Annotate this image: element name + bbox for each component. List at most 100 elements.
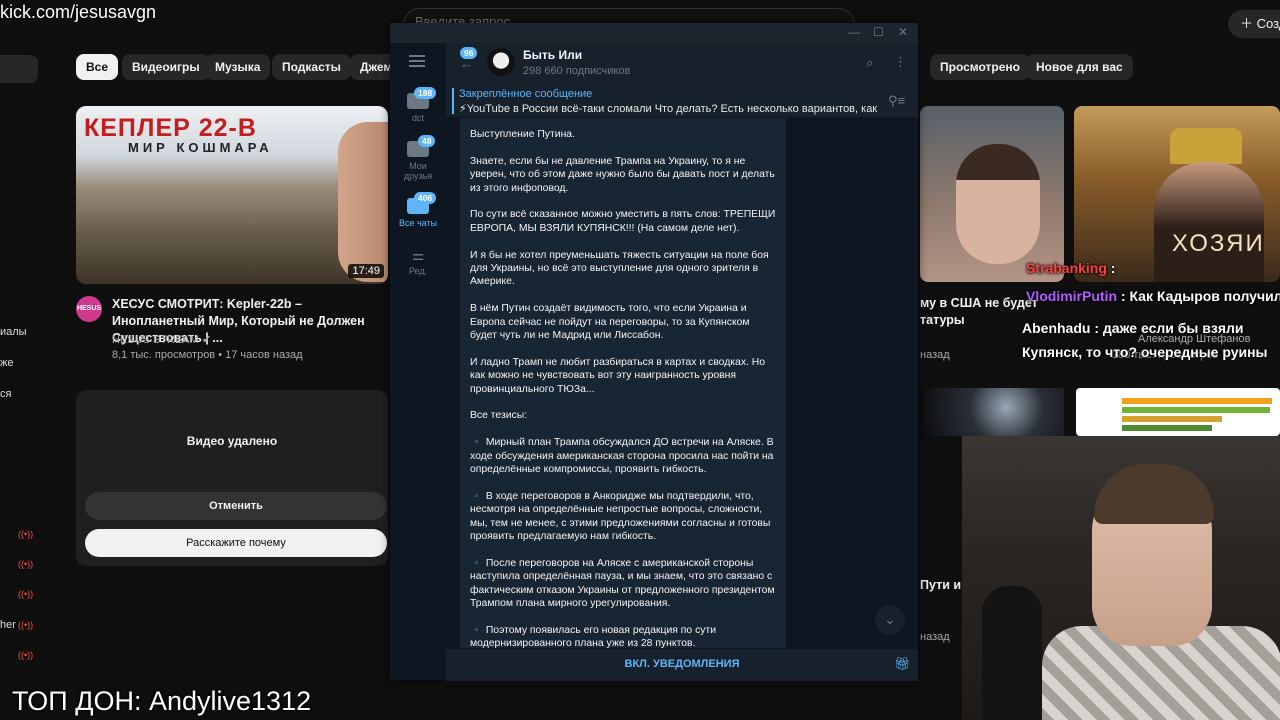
folders-sidebar: 188 dct 48 Мои друзья 406 Все чаты ⚌ Ред… <box>390 43 446 680</box>
channel-post[interactable]: Выступление Путина. Знаете, если бы не да… <box>460 118 786 648</box>
channel-name[interactable]: Быть Или <box>523 48 582 62</box>
sidebar-item-2[interactable]: же <box>0 357 13 369</box>
post-paragraph: В нём Путин создаёт видимость того, что … <box>470 303 750 342</box>
chat-username: Abenhadu <box>1022 320 1091 336</box>
post-text: Выступление Путина. Знаете, если бы не да… <box>460 118 786 648</box>
channel-avatar[interactable]: HESUS <box>76 296 102 322</box>
post-paragraph: И ладно Трамп не любит разбираться в кар… <box>470 356 766 395</box>
create-label: Созд <box>1256 16 1280 31</box>
channel-avatar[interactable] <box>487 48 515 76</box>
chip-music[interactable]: Музыка <box>205 54 271 80</box>
live-icon: ((•)) <box>18 589 34 599</box>
thumbnail-face <box>1154 162 1264 282</box>
post-paragraph: Все тезисы: <box>470 410 528 422</box>
tell-why-button[interactable]: Расскажите почему <box>85 529 387 557</box>
maximize-button[interactable]: ☐ <box>873 25 884 39</box>
telegram-window: — ☐ ✕ 188 dct 48 Мои друзья 406 Все чаты… <box>390 23 918 681</box>
chat-message-3: Abenhadu : даже если бы взяли Купянск, т… <box>1022 316 1278 364</box>
live-icon: ((•)) <box>18 650 34 660</box>
post-paragraph: По сути всё сказанное можно уместить в п… <box>470 209 776 234</box>
pinned-text: ⚡YouTube в России всё-таки сломали Что д… <box>459 103 879 115</box>
gift-icon[interactable]: 🎁︎ <box>894 656 911 672</box>
folder-edit[interactable]: ⚌ Ред. <box>390 247 446 276</box>
video-thumbnail-galaxy[interactable] <box>920 388 1064 436</box>
chat-username: Strabanking <box>1026 260 1107 276</box>
right-video-title-3[interactable]: Пути и <box>920 578 961 592</box>
chevron-down-icon: ⌄ <box>884 611 896 627</box>
unread-badge: 406 <box>414 192 437 204</box>
live-icon: ((•)) <box>18 529 34 539</box>
folder-my-friends[interactable]: 48 Мои друзья <box>390 135 446 181</box>
bottom-bar: ВКЛ. УВЕДОМЛЕНИЯ 🎁︎ <box>446 648 918 681</box>
thumbnail-face <box>338 122 388 282</box>
sidebar-item-4[interactable]: her <box>0 619 16 631</box>
right-video-title-2[interactable]: татуры <box>920 313 965 327</box>
webcam-hair <box>1094 464 1214 524</box>
window-titlebar: — ☐ ✕ <box>390 23 918 43</box>
pinned-accent-bar <box>452 88 454 114</box>
thumbnail-title: КЕПЛЕР 22-В <box>84 114 257 142</box>
video-thumbnail-chart[interactable] <box>1076 388 1280 436</box>
pin-list-icon[interactable]: ⚲≡ <box>888 93 905 109</box>
live-icon: ((•)) <box>18 559 34 569</box>
video-meta: 8,1 тыс. просмотров • 17 часов назад <box>112 349 303 361</box>
video-thumbnail-right-1[interactable] <box>920 106 1064 282</box>
video-thumbnail[interactable]: КЕПЛЕР 22-В МИР КОШМАРА 17:49 <box>76 106 388 284</box>
chip-watched[interactable]: Просмотрено <box>930 54 1031 80</box>
thumbnail-text-2: ХОЗЯИ <box>1172 230 1265 257</box>
right-video-title-1[interactable]: му в США не будет <box>920 296 1038 310</box>
webcam-feed <box>962 436 1280 720</box>
chip-all[interactable]: Все <box>76 54 119 80</box>
folder-label: dct <box>411 113 424 123</box>
minimize-button[interactable]: — <box>848 25 860 39</box>
chart-bar <box>1122 407 1270 413</box>
post-paragraph: ▪️ После переговоров на Аляске с америка… <box>470 557 775 610</box>
video-thumbnail-right-2[interactable]: ХОЗЯИ <box>1074 106 1280 282</box>
scroll-down-button[interactable]: ⌄ <box>875 605 905 635</box>
cancel-button[interactable]: Отменить <box>85 492 387 520</box>
sidebar-item-1[interactable]: иалы <box>0 326 27 338</box>
sidebar-active-item[interactable] <box>0 55 38 83</box>
subscriber-count: 298 660 подписчиков <box>523 65 631 77</box>
top-donation-overlay: ТОП ДОН: Andylive1312 <box>12 686 312 716</box>
channel-header: ← 96 ⌕ ⋮ <box>446 43 918 88</box>
youtube-create-button[interactable]: ＋ Созд <box>1228 10 1280 38</box>
chart-bar <box>1122 416 1222 422</box>
chart-bar <box>1122 398 1272 404</box>
folder-label: Ред. <box>408 266 428 276</box>
plus-icon: ＋ <box>1240 16 1257 31</box>
folder-label: Мои друзья <box>403 161 433 181</box>
right-video-meta: назад <box>920 349 950 361</box>
right-video-meta-2: назад <box>920 631 950 643</box>
verified-icon: ✔ <box>201 334 212 346</box>
channel-name[interactable]: HESUS STREAM ✔ <box>112 333 211 346</box>
sidebar-item-3[interactable]: ся <box>0 388 11 400</box>
search-icon[interactable]: ⌕ <box>866 55 873 71</box>
chip-podcasts[interactable]: Подкасты <box>272 54 351 80</box>
chip-videogames[interactable]: Видеоигры <box>122 54 210 80</box>
enable-notifications-button[interactable]: ВКЛ. УВЕДОМЛЕНИЯ <box>446 658 918 670</box>
message-area[interactable]: Выступление Путина. Знаете, если бы не да… <box>446 118 918 648</box>
post-paragraph: ▪️ Мирный план Трампа обсуждался ДО встр… <box>470 437 774 476</box>
kick-url-overlay: kick.com/jesusavgn <box>0 2 157 22</box>
chat-text: Как Кадыров получил абсолю <box>1129 288 1280 304</box>
thumbnail-subtitle: МИР КОШМАРА <box>128 140 273 155</box>
post-paragraph: ▪️ В ходе переговоров в Анкоридже мы под… <box>470 490 771 543</box>
close-button[interactable]: ✕ <box>898 25 908 39</box>
unread-badge: 188 <box>414 87 437 99</box>
back-unread-badge: 96 <box>460 47 478 59</box>
crown-icon <box>1170 128 1242 164</box>
microphone <box>982 586 1042 720</box>
folder-label: Все чаты <box>398 218 438 228</box>
thumbnail-face <box>956 144 1040 264</box>
chat-username: VlodimirPutin <box>1026 288 1117 304</box>
folder-all-chats[interactable]: 406 Все чаты <box>390 192 446 228</box>
more-vertical-icon[interactable]: ⋮ <box>894 54 907 70</box>
chip-new-for-you[interactable]: Новое для вас <box>1026 54 1133 80</box>
folder-dct[interactable]: 188 dct <box>390 87 446 123</box>
unread-badge: 48 <box>418 135 436 147</box>
pinned-title: Закреплённое сообщение <box>459 88 593 100</box>
chat-message-1: Strabanking : <box>1026 260 1116 276</box>
hamburger-icon[interactable] <box>409 55 425 67</box>
video-duration: 17:49 <box>348 264 384 278</box>
